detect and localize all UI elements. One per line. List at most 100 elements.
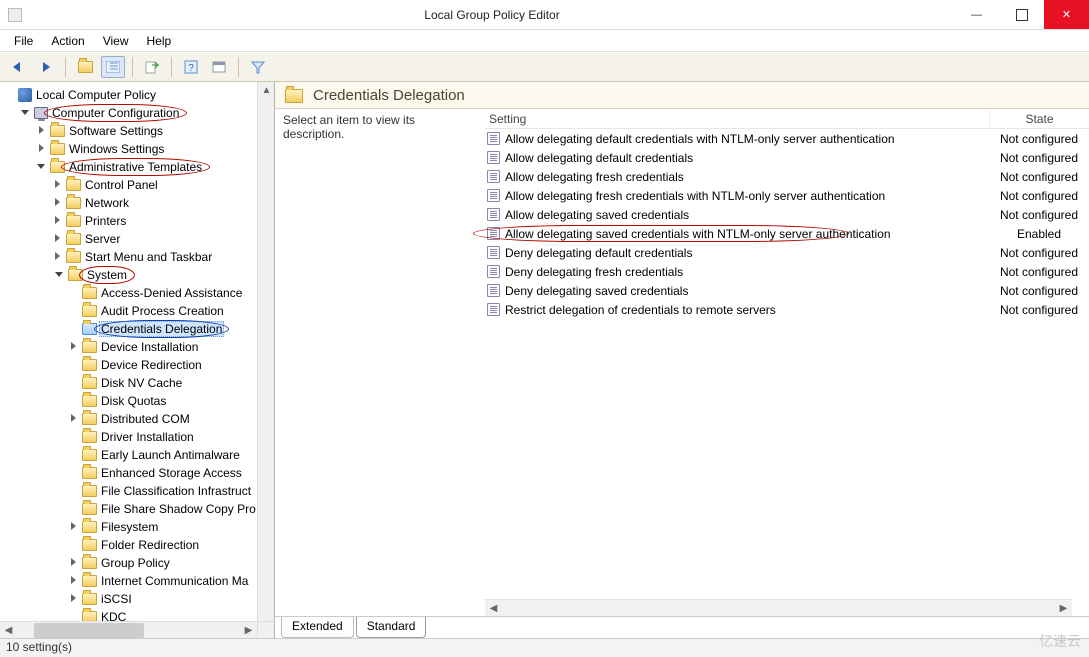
tab-extended[interactable]: Extended xyxy=(281,617,354,638)
folder-icon xyxy=(50,143,65,155)
list-item[interactable]: Allow delegating default credentials wit… xyxy=(485,129,1089,148)
minimize-button[interactable]: — xyxy=(954,0,999,29)
show-tree-button[interactable] xyxy=(101,56,125,78)
properties-button[interactable] xyxy=(207,56,231,78)
tree-vertical-scrollbar[interactable]: ▲ xyxy=(257,82,274,621)
maximize-button[interactable] xyxy=(999,0,1044,29)
list-item[interactable]: Deny delegating saved credentialsNot con… xyxy=(485,281,1089,300)
tree-system[interactable]: System xyxy=(36,266,274,284)
expander-icon[interactable] xyxy=(52,251,64,263)
list-header[interactable]: Setting State xyxy=(485,109,1089,129)
close-button[interactable]: ✕ xyxy=(1044,0,1089,29)
tree-item[interactable]: Credentials Delegation xyxy=(68,320,274,338)
setting-state: Not configured xyxy=(989,265,1089,279)
tree-item[interactable]: File Share Shadow Copy Pro xyxy=(68,500,274,518)
folder-icon xyxy=(82,557,97,569)
tree-item[interactable]: Device Installation xyxy=(68,338,274,356)
tab-standard[interactable]: Standard xyxy=(356,617,427,638)
folder-icon xyxy=(285,89,303,103)
tree-item[interactable]: Group Policy xyxy=(68,554,274,572)
menu-file[interactable]: File xyxy=(14,34,33,48)
expander-icon[interactable] xyxy=(52,233,64,245)
back-button[interactable] xyxy=(6,56,30,78)
list-item[interactable]: Deny delegating default credentialsNot c… xyxy=(485,243,1089,262)
tree-horizontal-scrollbar[interactable]: ◀ ▶ xyxy=(0,621,257,638)
menu-view[interactable]: View xyxy=(103,34,129,48)
tree-item[interactable]: Start Menu and Taskbar xyxy=(52,248,274,266)
policy-setting-icon xyxy=(487,227,500,240)
tree-item[interactable]: Control Panel xyxy=(52,176,274,194)
tree-item[interactable]: Device Redirection xyxy=(68,356,274,374)
list-item[interactable]: Allow delegating fresh credentialsNot co… xyxy=(485,167,1089,186)
up-one-level-button[interactable] xyxy=(73,56,97,78)
tree-item[interactable]: Internet Communication Ma xyxy=(68,572,274,590)
expander-icon[interactable] xyxy=(36,161,48,173)
expander-icon[interactable] xyxy=(52,197,64,209)
column-setting[interactable]: Setting xyxy=(485,109,989,128)
expander-icon[interactable] xyxy=(68,557,80,569)
list-item[interactable]: Allow delegating saved credentials with … xyxy=(485,224,1089,243)
filter-button[interactable] xyxy=(246,56,270,78)
tree-item[interactable]: Filesystem xyxy=(68,518,274,536)
folder-icon xyxy=(50,161,65,173)
tree-item[interactable]: Audit Process Creation xyxy=(68,302,274,320)
setting-state: Not configured xyxy=(989,303,1089,317)
expander-icon[interactable] xyxy=(68,341,80,353)
column-state[interactable]: State xyxy=(989,109,1089,128)
expander-icon[interactable] xyxy=(68,575,80,587)
tree-administrative-templates[interactable]: Administrative Templates xyxy=(36,158,274,176)
tree-computer-configuration[interactable]: Computer Configuration xyxy=(20,104,274,122)
forward-button[interactable] xyxy=(34,56,58,78)
list-item[interactable]: Allow delegating fresh credentials with … xyxy=(485,186,1089,205)
settings-list[interactable]: Setting State Allow delegating default c… xyxy=(485,109,1089,616)
expander-icon[interactable] xyxy=(68,413,80,425)
export-list-button[interactable] xyxy=(140,56,164,78)
folder-icon xyxy=(82,539,97,551)
menu-action[interactable]: Action xyxy=(51,34,84,48)
expander-icon[interactable] xyxy=(54,269,66,281)
tree-item[interactable]: Folder Redirection xyxy=(68,536,274,554)
tree-item[interactable]: Enhanced Storage Access xyxy=(68,464,274,482)
folder-icon xyxy=(82,287,97,299)
tree-item[interactable]: Access-Denied Assistance xyxy=(68,284,274,302)
tree-item[interactable]: Driver Installation xyxy=(68,428,274,446)
expander-icon[interactable] xyxy=(68,593,80,605)
folder-icon xyxy=(82,359,97,371)
help-button[interactable]: ? xyxy=(179,56,203,78)
tree-label: Control Panel xyxy=(83,178,160,192)
list-item[interactable]: Allow delegating default credentialsNot … xyxy=(485,148,1089,167)
tree-label: File Classification Infrastruct xyxy=(99,484,253,498)
tree-windows-settings[interactable]: Windows Settings xyxy=(36,140,274,158)
menu-help[interactable]: Help xyxy=(147,34,172,48)
tree-item[interactable]: File Classification Infrastruct xyxy=(68,482,274,500)
tree-item[interactable]: Disk NV Cache xyxy=(68,374,274,392)
expander-icon[interactable] xyxy=(52,215,64,227)
detail-tabs: Extended Standard xyxy=(275,616,1089,638)
tree-pane[interactable]: Local Computer Policy Computer Configura… xyxy=(0,82,275,638)
expander-icon[interactable] xyxy=(36,125,48,137)
folder-icon xyxy=(66,233,81,245)
tree-label: Printers xyxy=(83,214,128,228)
tree-label: Windows Settings xyxy=(67,142,166,156)
tree-software-settings[interactable]: Software Settings xyxy=(36,122,274,140)
folder-icon xyxy=(82,575,97,587)
tree-item[interactable]: Distributed COM xyxy=(68,410,274,428)
statusbar: 10 setting(s) xyxy=(0,638,1089,657)
expander-icon[interactable] xyxy=(68,521,80,533)
list-horizontal-scrollbar[interactable]: ◀ ▶ xyxy=(485,599,1072,616)
funnel-icon xyxy=(251,60,265,74)
list-item[interactable]: Restrict delegation of credentials to re… xyxy=(485,300,1089,319)
tree-root[interactable]: Local Computer Policy xyxy=(4,86,274,104)
list-item[interactable]: Allow delegating saved credentialsNot co… xyxy=(485,205,1089,224)
setting-state: Not configured xyxy=(989,208,1089,222)
expander-icon[interactable] xyxy=(52,179,64,191)
tree-item[interactable]: Disk Quotas xyxy=(68,392,274,410)
tree-item[interactable]: Printers xyxy=(52,212,274,230)
tree-item[interactable]: Network xyxy=(52,194,274,212)
tree-item[interactable]: Server xyxy=(52,230,274,248)
list-item[interactable]: Deny delegating fresh credentialsNot con… xyxy=(485,262,1089,281)
expander-icon[interactable] xyxy=(20,107,32,119)
tree-item[interactable]: iSCSI xyxy=(68,590,274,608)
expander-icon[interactable] xyxy=(36,143,48,155)
tree-item[interactable]: Early Launch Antimalware xyxy=(68,446,274,464)
